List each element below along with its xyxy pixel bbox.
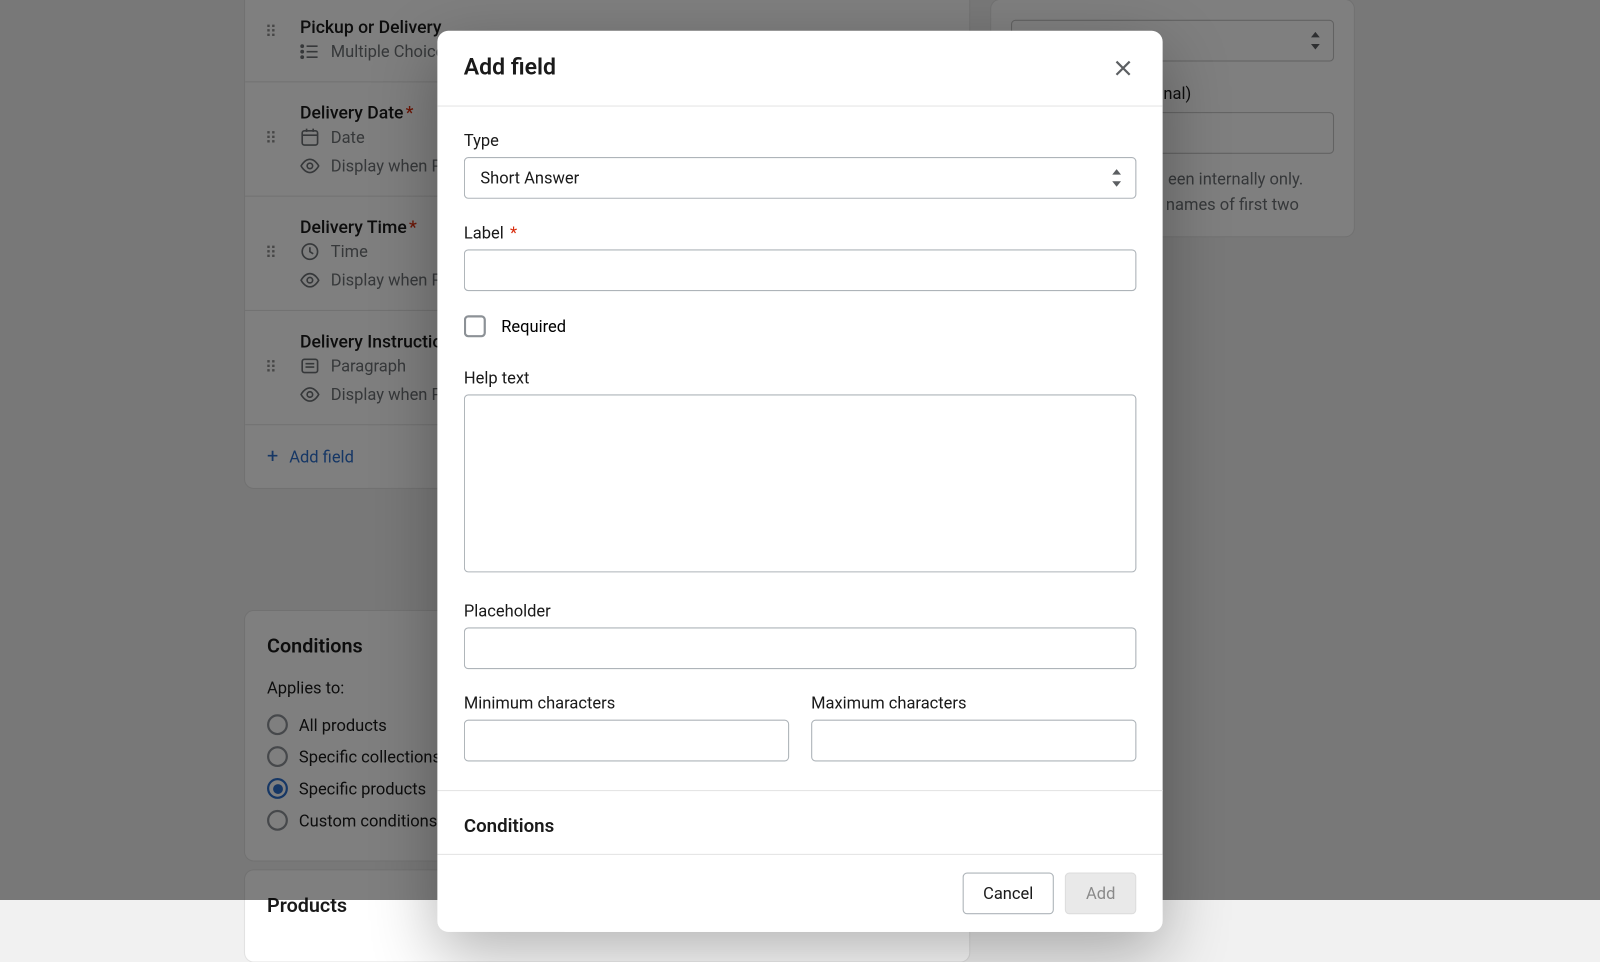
max-chars-label: Maximum characters <box>811 693 1136 713</box>
add-field-modal: Add field Type Short Answer Label * Requ… <box>437 31 1162 932</box>
modal-body: Type Short Answer Label * Required Help … <box>437 107 1162 854</box>
type-label: Type <box>464 131 1137 151</box>
min-chars-input[interactable] <box>464 720 789 762</box>
cancel-button[interactable]: Cancel <box>962 873 1054 915</box>
modal-title: Add field <box>464 55 556 81</box>
chevron-updown-icon <box>1110 169 1123 187</box>
type-select-value: Short Answer <box>464 157 1137 199</box>
type-select[interactable]: Short Answer <box>464 157 1137 199</box>
help-text-label: Help text <box>464 368 1137 388</box>
max-chars-input[interactable] <box>811 720 1136 762</box>
label-input[interactable] <box>464 249 1137 291</box>
checkbox-icon <box>464 315 486 337</box>
min-chars-label: Minimum characters <box>464 693 789 713</box>
required-checkbox-row[interactable]: Required <box>464 315 1137 337</box>
required-label: Required <box>501 316 566 336</box>
close-button[interactable] <box>1110 55 1136 81</box>
conditions-section-title: Conditions <box>464 815 1137 837</box>
label-label: Label * <box>464 223 1137 243</box>
add-button[interactable]: Add <box>1065 873 1136 915</box>
modal-footer: Cancel Add <box>437 854 1162 932</box>
placeholder-input[interactable] <box>464 627 1137 669</box>
placeholder-label: Placeholder <box>464 601 1137 621</box>
modal-header: Add field <box>437 31 1162 107</box>
close-icon <box>1115 60 1130 75</box>
help-text-input[interactable] <box>464 395 1137 573</box>
